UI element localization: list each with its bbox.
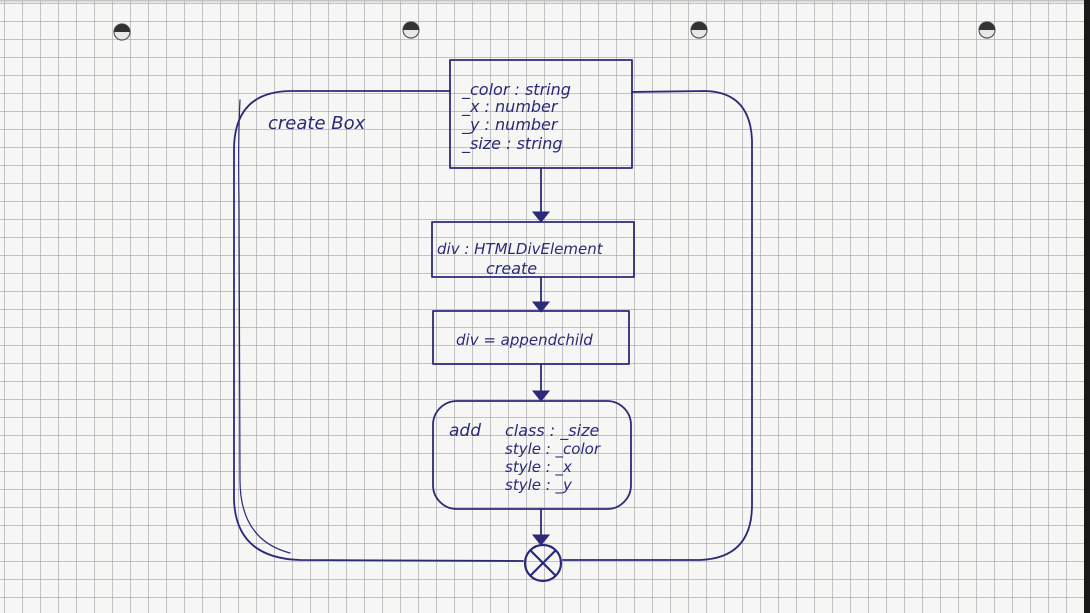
- notebook-page: create Box _color : string _x : number _…: [0, 0, 1090, 613]
- create-div-box: div : HTMLDivElement create: [431, 221, 635, 278]
- container-label: create Box: [268, 113, 366, 134]
- append-child-action: div = appendchild: [456, 331, 593, 349]
- flow-arrow: [531, 363, 551, 402]
- attribute-y: _y : number: [461, 115, 559, 135]
- container-frame-stroke-2: [238, 99, 291, 554]
- attribute-size: _size : string: [461, 134, 563, 154]
- binder-hole: [402, 21, 420, 39]
- container-frame: [233, 90, 753, 562]
- add-style-color: style : _color: [505, 440, 601, 459]
- flow-arrow: [531, 276, 551, 313]
- append-child-box: div = appendchild: [432, 310, 630, 365]
- binder-holes: [113, 21, 996, 41]
- add-label: add: [449, 421, 481, 441]
- attribute-x: _x : number: [461, 97, 559, 117]
- create-div-declaration: div : HTMLDivElement: [437, 240, 604, 258]
- activity-diagram: create Box _color : string _x : number _…: [113, 21, 996, 583]
- add-class-style-box: add class : _size style : _color style :…: [432, 400, 632, 510]
- binder-hole: [113, 23, 131, 41]
- add-style-y: style : _y: [505, 476, 573, 495]
- binder-hole: [978, 21, 996, 39]
- binder-hole: [690, 21, 708, 39]
- flow-arrow: [531, 167, 551, 223]
- add-class-size: class : _size: [505, 421, 599, 441]
- final-node-icon: [523, 543, 563, 583]
- add-style-x: style : _x: [505, 458, 572, 477]
- create-div-action: create: [486, 259, 537, 278]
- attributes-box: _color : string _x : number _y : number …: [449, 59, 633, 169]
- flow-arrow: [531, 508, 551, 546]
